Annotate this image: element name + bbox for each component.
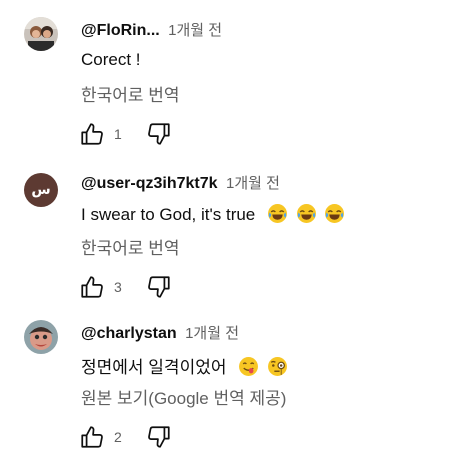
author-name[interactable]: @FloRin... [81,22,160,39]
comment-actions: 2 [79,424,172,450]
comment: @FloRin... 1개월 전 Corect ! 한국어로 번역 1 [0,17,476,167]
face-savoring-food-icon [238,356,259,377]
comment-text: Corect ! [81,50,141,69]
dislike-button[interactable] [146,274,172,300]
thumbs-down-icon [147,426,170,448]
comment-text-body: 정면에서 일격이었어 [81,358,227,377]
face-with-monocle-icon [267,356,288,377]
comment-header: @charlystan 1개월 전 [81,322,239,343]
like-count: 3 [114,279,122,295]
thumbs-down-icon [147,276,170,298]
timestamp[interactable]: 1개월 전 [226,175,280,192]
translate-link[interactable]: 원본 보기(Google 번역 제공) [81,384,286,409]
face-with-tears-of-joy-icon [267,203,288,224]
like-count: 2 [114,429,122,445]
dislike-button[interactable] [146,424,172,450]
like-button[interactable] [79,121,105,147]
comment-text: 정면에서 일격이었어 [81,353,288,378]
avatar[interactable]: س [24,173,58,207]
like-button[interactable] [79,424,105,450]
comment-header: @FloRin... 1개월 전 [81,19,222,40]
comment-actions: 3 [79,274,172,300]
comment-actions: 1 [79,121,172,147]
author-name[interactable]: @user-qz3ih7kt7k [81,175,218,192]
face-with-tears-of-joy-icon [324,203,345,224]
avatar[interactable] [24,320,58,354]
timestamp[interactable]: 1개월 전 [168,22,222,39]
like-button[interactable] [79,274,105,300]
face-with-tears-of-joy-icon [296,203,317,224]
author-name[interactable]: @charlystan [81,325,177,342]
translate-link[interactable]: 한국어로 번역 [81,81,180,106]
thumbs-up-icon [81,276,103,298]
thumbs-up-icon [81,123,103,145]
thumbs-down-icon [147,123,170,145]
comment-text-body: I swear to God, it's true [81,205,256,224]
timestamp[interactable]: 1개월 전 [185,325,239,342]
translate-link[interactable]: 한국어로 번역 [81,234,180,259]
comment: س @user-qz3ih7kt7k 1개월 전 I swear to God,… [0,170,476,320]
dislike-button[interactable] [146,121,172,147]
comment-text: I swear to God, it's true [81,203,345,225]
thumbs-up-icon [81,426,103,448]
avatar[interactable] [24,17,58,51]
comment: @charlystan 1개월 전 정면에서 일격이었어 원본 보기(Googl… [0,320,476,470]
comment-header: @user-qz3ih7kt7k 1개월 전 [81,172,280,193]
like-count: 1 [114,126,122,142]
